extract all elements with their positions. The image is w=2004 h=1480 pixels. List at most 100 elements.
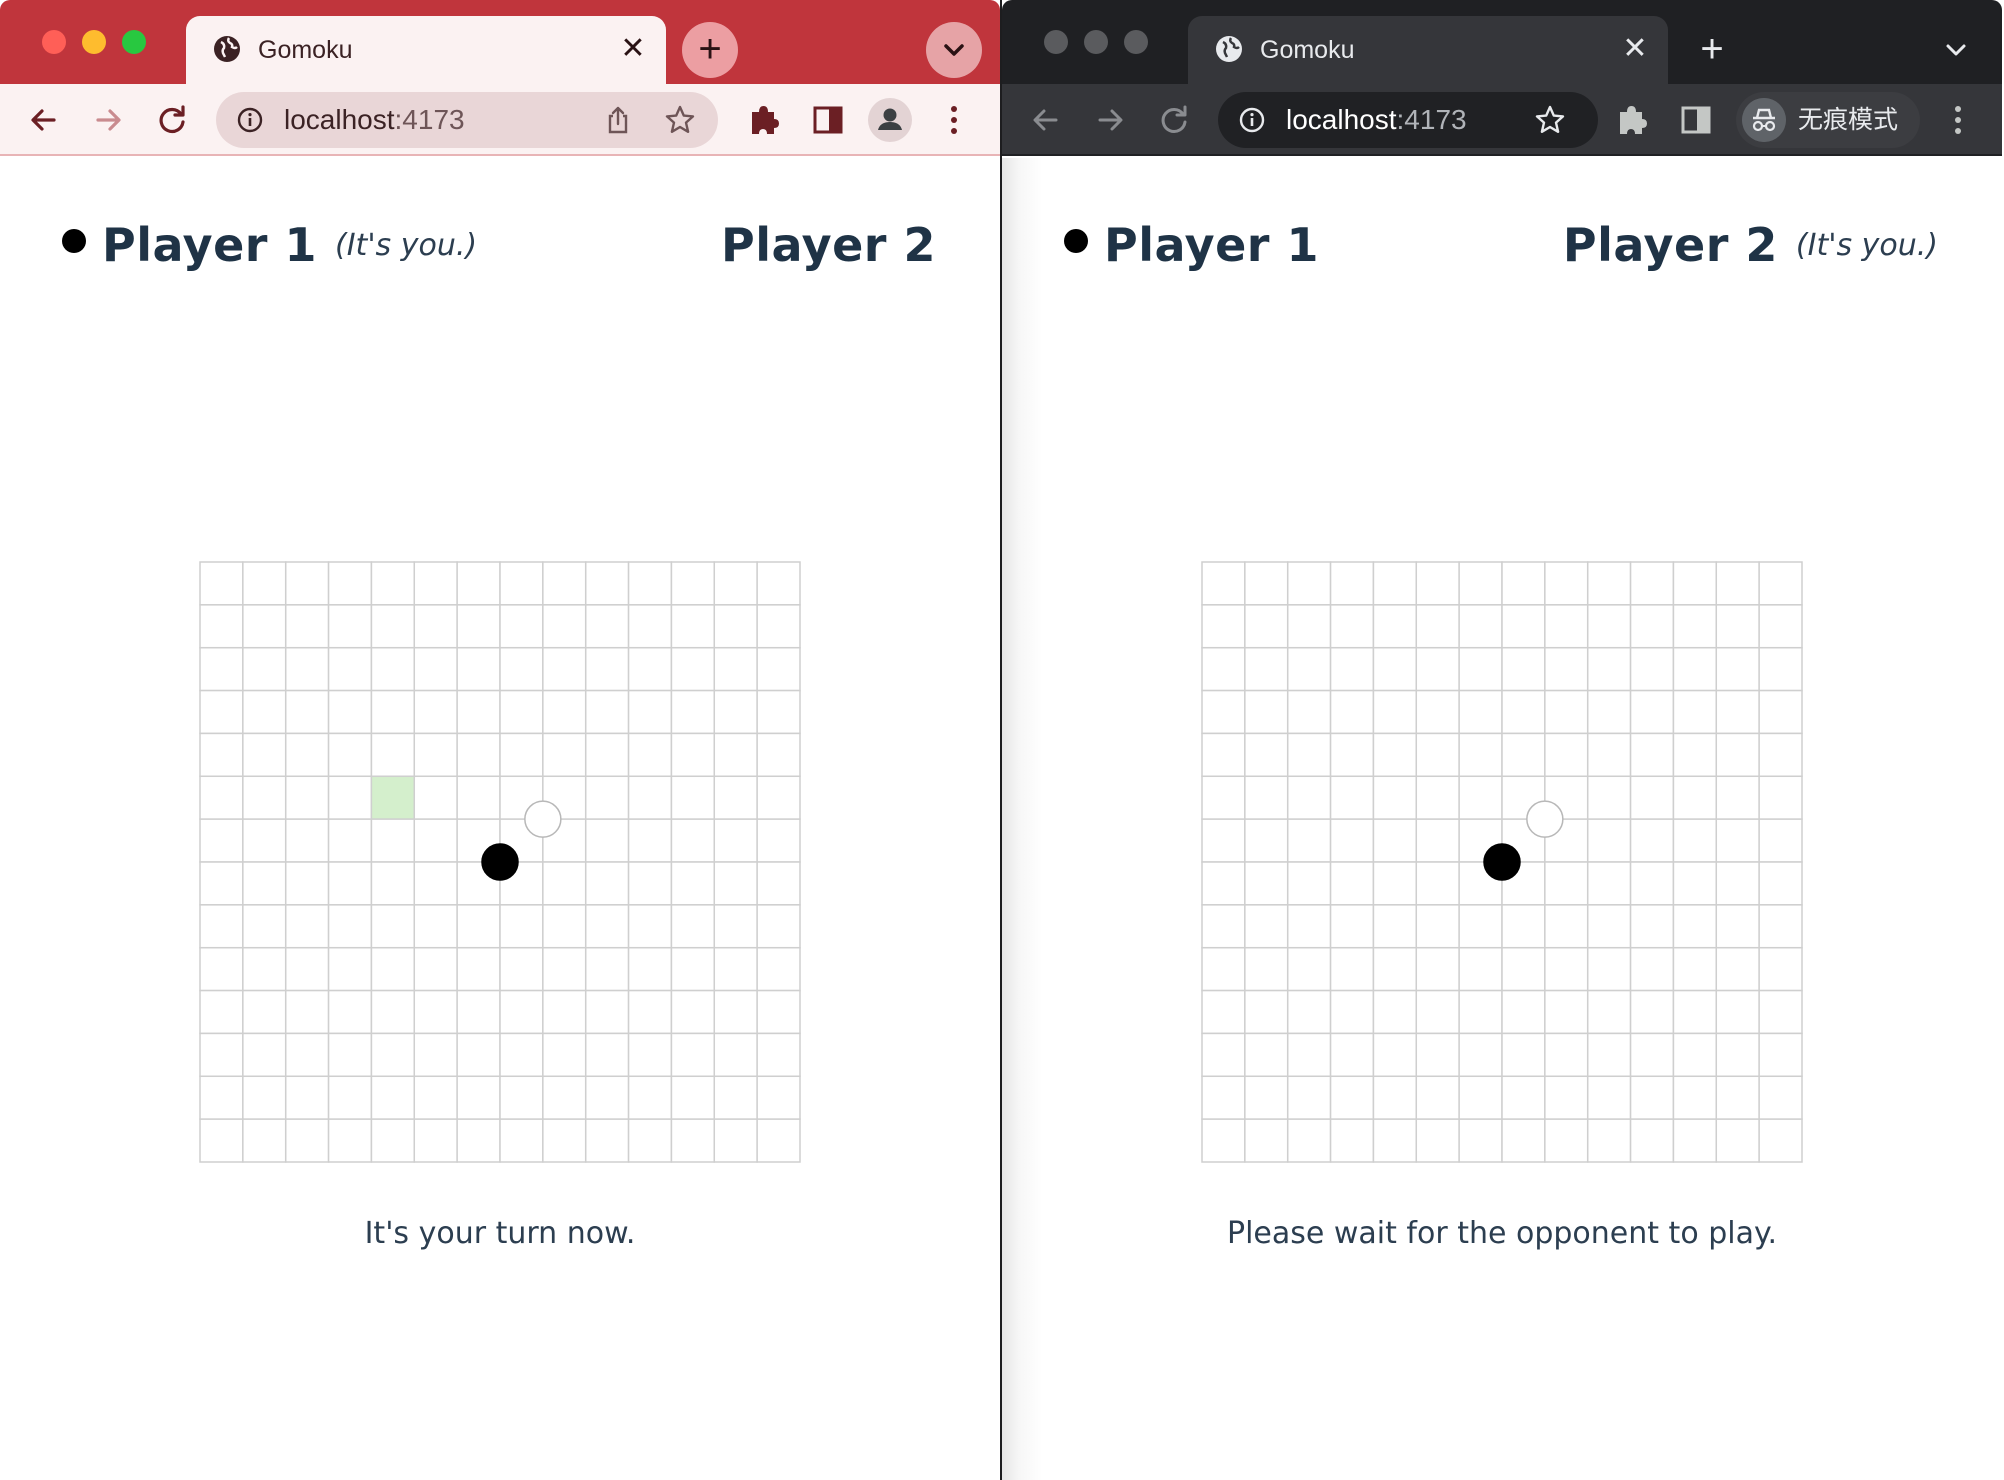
- board-cell[interactable]: [1586, 1032, 1632, 1078]
- window-close-button[interactable]: [1044, 30, 1068, 54]
- board-cell[interactable]: [1415, 1118, 1460, 1163]
- board-cell[interactable]: [1715, 1118, 1760, 1163]
- board-cell[interactable]: [1544, 646, 1589, 692]
- board-cell[interactable]: [370, 946, 416, 992]
- board-cell[interactable]: [1672, 689, 1718, 735]
- board-cell[interactable]: [670, 946, 716, 992]
- board-cell[interactable]: [670, 818, 716, 863]
- board-cell[interactable]: [1201, 1118, 1246, 1163]
- board-cell[interactable]: [284, 818, 330, 863]
- board-cell[interactable]: [370, 604, 416, 649]
- board-cell[interactable]: [1244, 604, 1289, 649]
- board-cell[interactable]: [1544, 904, 1589, 949]
- board-cell[interactable]: [1329, 561, 1375, 606]
- board-cell[interactable]: [1286, 904, 1332, 949]
- board-cell[interactable]: [1672, 861, 1718, 906]
- board-cell[interactable]: [413, 818, 458, 863]
- board-cell[interactable]: [1544, 732, 1589, 778]
- board-cell[interactable]: [1329, 689, 1375, 735]
- board-cell[interactable]: [327, 904, 373, 949]
- board-cell[interactable]: [584, 646, 630, 692]
- board-cell[interactable]: [284, 604, 330, 649]
- board-cell[interactable]: [1501, 1032, 1546, 1078]
- board-cell[interactable]: [284, 732, 330, 778]
- board-cell[interactable]: [1458, 604, 1503, 649]
- board-cell[interactable]: [584, 1075, 630, 1120]
- board-cell[interactable]: [1415, 561, 1460, 606]
- board-cell[interactable]: [242, 904, 287, 949]
- board-cell[interactable]: [1758, 732, 1803, 778]
- board-cell[interactable]: [1286, 818, 1332, 863]
- board-cell[interactable]: [1244, 1118, 1289, 1163]
- board-cell[interactable]: [1629, 946, 1675, 992]
- side-panel-icon[interactable]: [1672, 96, 1720, 144]
- board-cell[interactable]: [1201, 689, 1246, 735]
- board-cell[interactable]: [1329, 861, 1375, 906]
- board-cell[interactable]: [499, 904, 544, 949]
- gomoku-board[interactable]: [1201, 561, 1803, 1163]
- board-cell[interactable]: [1715, 646, 1760, 692]
- board-cell[interactable]: [1458, 1032, 1503, 1078]
- board-cell[interactable]: [627, 732, 673, 778]
- board-cell[interactable]: [1672, 646, 1718, 692]
- board-cell[interactable]: [1201, 818, 1246, 863]
- board-cell[interactable]: [670, 904, 716, 949]
- board-cell[interactable]: [242, 1032, 287, 1078]
- board-cell[interactable]: [284, 689, 330, 735]
- board-cell[interactable]: [499, 732, 544, 778]
- board-cell[interactable]: [327, 861, 373, 906]
- board-grid[interactable]: [1201, 561, 1803, 1163]
- window-minimize-button[interactable]: [1084, 30, 1108, 54]
- board-cell[interactable]: [499, 1118, 544, 1163]
- board-cell[interactable]: [456, 946, 501, 992]
- tab-search-button[interactable]: [926, 22, 982, 78]
- board-cell[interactable]: [1758, 1075, 1803, 1120]
- board-cell[interactable]: [284, 1075, 330, 1120]
- window-maximize-button[interactable]: [122, 30, 146, 54]
- board-cell[interactable]: [413, 732, 458, 778]
- board-cell[interactable]: [199, 861, 244, 906]
- board-cell[interactable]: [284, 1032, 330, 1078]
- board-cell[interactable]: [1672, 561, 1718, 606]
- board-cell[interactable]: [1415, 689, 1460, 735]
- board-cell[interactable]: [1458, 946, 1503, 992]
- board-cell[interactable]: [199, 775, 244, 820]
- board-cell[interactable]: [584, 818, 630, 863]
- board-cell[interactable]: [713, 646, 758, 692]
- board-cell[interactable]: [199, 1118, 244, 1163]
- board-cell[interactable]: [1458, 904, 1503, 949]
- board-cell[interactable]: [1629, 1075, 1675, 1120]
- board-cell[interactable]: [499, 604, 544, 649]
- board-cell[interactable]: [199, 904, 244, 949]
- board-cell[interactable]: [1201, 732, 1246, 778]
- board-cell[interactable]: [1458, 646, 1503, 692]
- board-cell[interactable]: [327, 561, 373, 606]
- board-cell[interactable]: [1415, 604, 1460, 649]
- board-cell[interactable]: [456, 904, 501, 949]
- arrow-left-icon[interactable]: [1022, 96, 1070, 144]
- board-cell[interactable]: [199, 646, 244, 692]
- board-cell[interactable]: [1672, 818, 1718, 863]
- board-cell[interactable]: [284, 989, 330, 1035]
- board-cell[interactable]: [1672, 946, 1718, 992]
- board-cell[interactable]: [1672, 989, 1718, 1035]
- board-cell[interactable]: [1286, 989, 1332, 1035]
- board-cell[interactable]: [1201, 1075, 1246, 1120]
- board-cell[interactable]: [756, 775, 801, 820]
- board-cell[interactable]: [1715, 861, 1760, 906]
- star-icon[interactable]: [1534, 104, 1566, 136]
- board-cell[interactable]: [1329, 989, 1375, 1035]
- board-cell[interactable]: [1586, 1118, 1632, 1163]
- board-cell[interactable]: [713, 689, 758, 735]
- board-cell[interactable]: [1501, 646, 1546, 692]
- board-cell[interactable]: [1372, 561, 1418, 606]
- board-cell[interactable]: [1501, 904, 1546, 949]
- board-cell[interactable]: [499, 1032, 544, 1078]
- new-tab-button[interactable]: +: [1684, 22, 1740, 78]
- star-icon[interactable]: [664, 104, 696, 136]
- board-cell[interactable]: [1629, 1118, 1675, 1163]
- board-cell[interactable]: [284, 775, 330, 820]
- info-icon[interactable]: [1238, 106, 1266, 134]
- board-cell[interactable]: [542, 561, 587, 606]
- board-cell[interactable]: [1758, 561, 1803, 606]
